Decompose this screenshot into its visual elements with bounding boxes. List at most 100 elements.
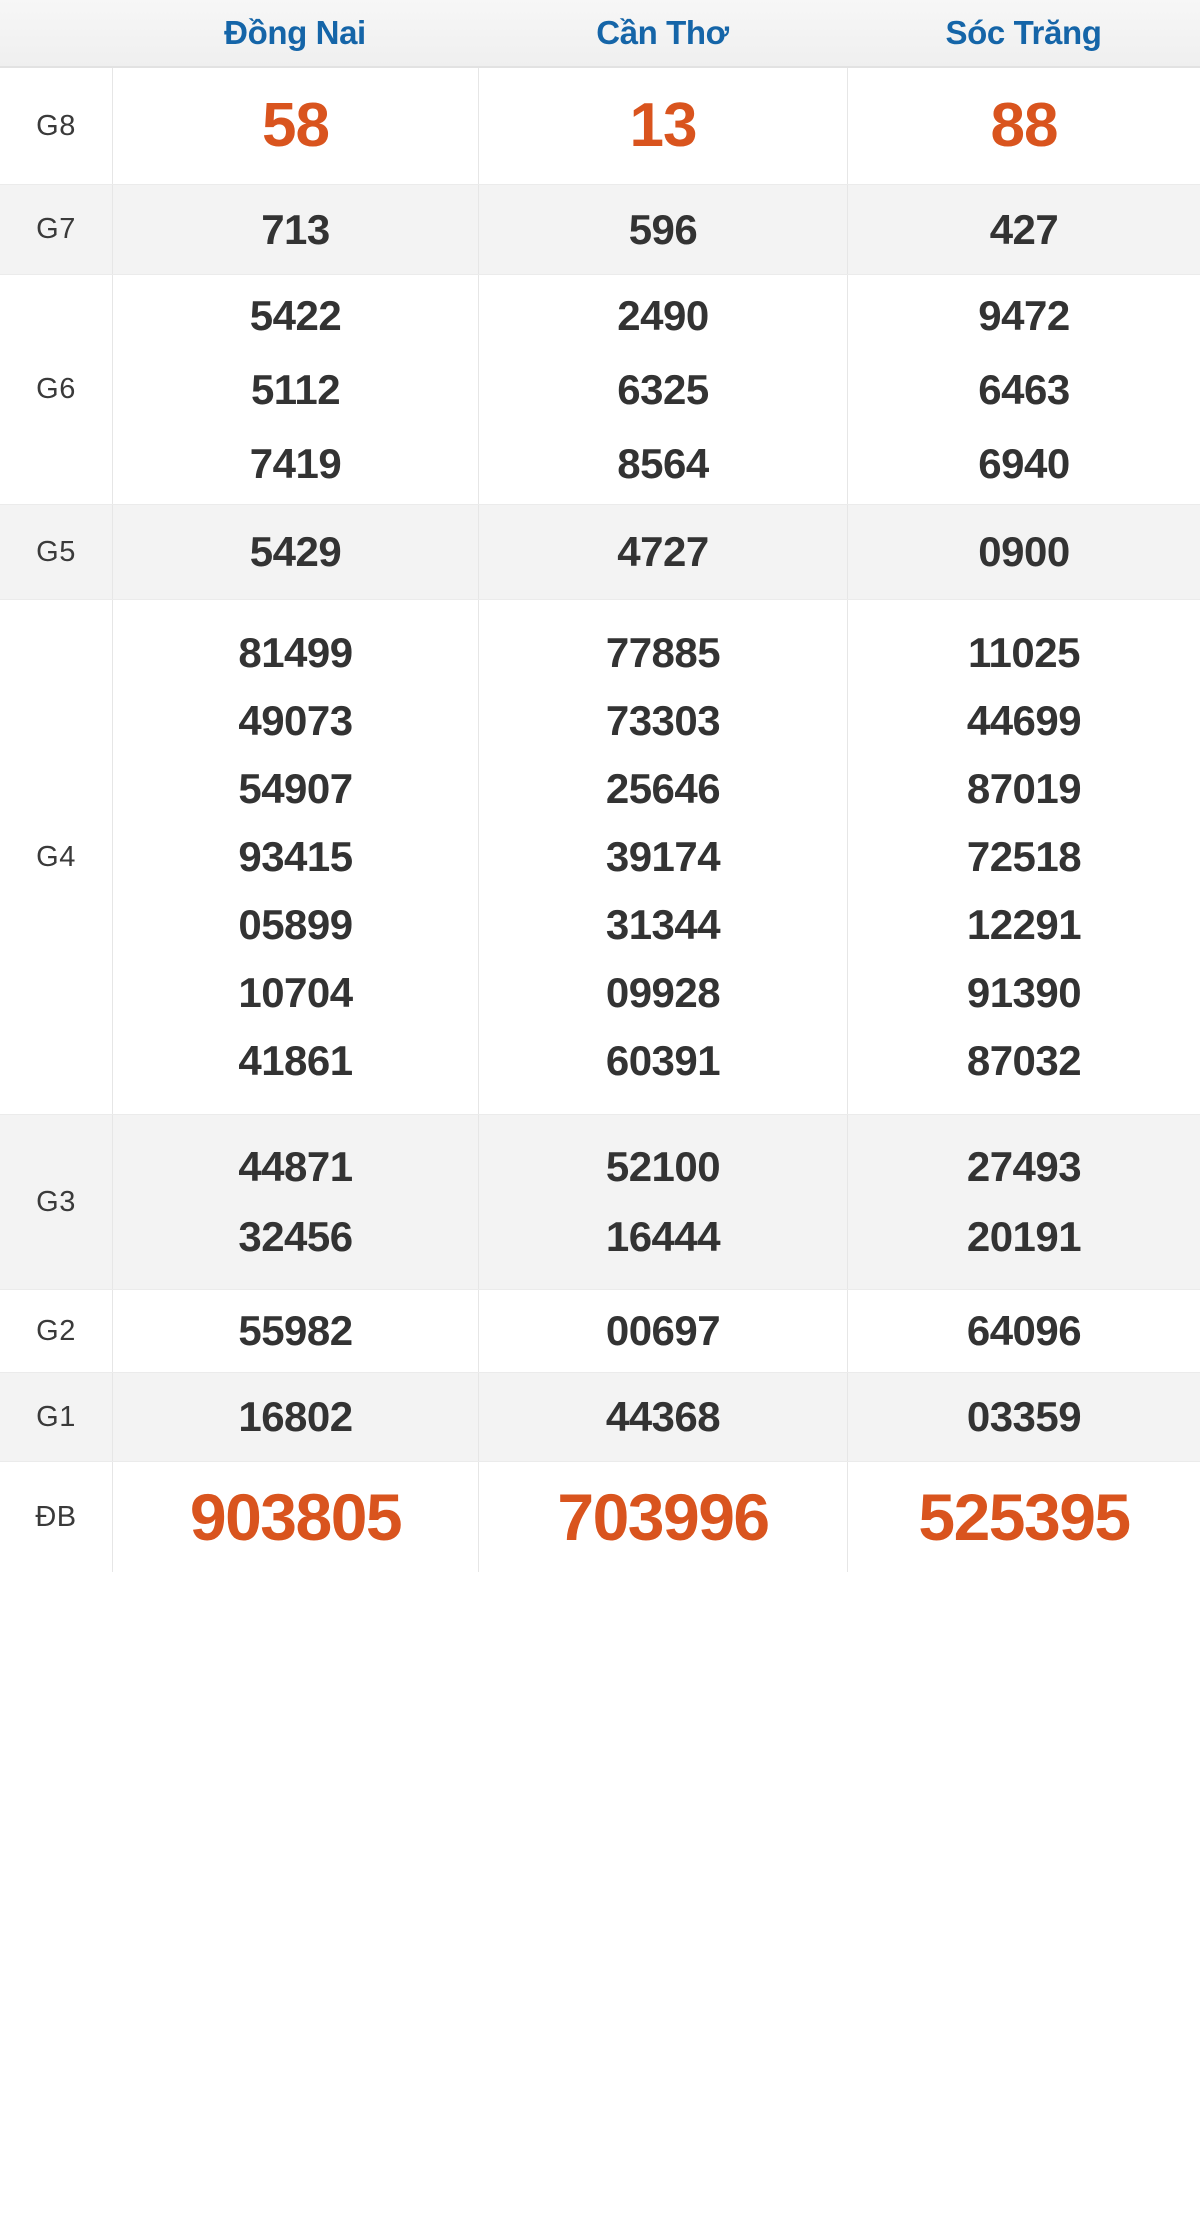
row-label-g5: G5 [36, 535, 76, 568]
prize-cell-g6-can-tho: 2490 6325 8564 [478, 275, 847, 504]
prize-number: 6463 [978, 365, 1070, 413]
prize-number: 00697 [605, 1307, 721, 1354]
row-label-db: ĐB [35, 1500, 77, 1533]
prize-number: 16444 [605, 1213, 721, 1260]
prize-number: 52100 [605, 1143, 721, 1190]
prize-number: 32456 [238, 1213, 353, 1260]
prize-cell-g5-soc-trang: 0900 [847, 505, 1200, 599]
table-row-g5: G5 5429 4727 0900 [0, 505, 1200, 600]
prize-cell-g7-soc-trang: 427 [847, 185, 1200, 274]
row-label-g1: G1 [36, 1400, 76, 1433]
prize-number: 6940 [978, 439, 1070, 487]
prize-cell-g5-can-tho: 4727 [478, 505, 847, 599]
prize-number: 81499 [238, 629, 353, 676]
prize-cell-g2-dong-nai: 55982 [112, 1290, 478, 1372]
table-row-g4: G4 81499 49073 54907 93415 05899 10704 4… [0, 600, 1200, 1115]
prize-cell-g1-dong-nai: 16802 [112, 1373, 478, 1461]
prize-cell-g7-can-tho: 596 [478, 185, 847, 274]
prize-number: 72518 [966, 833, 1082, 880]
table-row-db: ĐB 903805 703996 525395 [0, 1462, 1200, 1572]
prize-cell-db-soc-trang: 525395 [847, 1462, 1200, 1572]
prize-number: 6325 [617, 365, 709, 413]
prize-number: 87032 [966, 1037, 1082, 1084]
prize-number: 5429 [249, 528, 342, 575]
column-header-can-tho[interactable]: Cần Thơ [478, 0, 847, 66]
prize-number: 39174 [605, 833, 721, 880]
prize-number: 87019 [966, 765, 1082, 812]
prize-cell-g2-can-tho: 00697 [478, 1290, 847, 1372]
prize-number: 12291 [966, 901, 1082, 948]
prize-cell-g7-dong-nai: 713 [112, 185, 478, 274]
prize-cell-g6-dong-nai: 5422 5112 7419 [112, 275, 478, 504]
prize-cell-g3-soc-trang: 27493 20191 [847, 1115, 1200, 1289]
table-row-g7: G7 713 596 427 [0, 185, 1200, 275]
table-header-row: Đồng Nai Cần Thơ Sóc Trăng [0, 0, 1200, 68]
prize-cell-g3-dong-nai: 44871 32456 [112, 1115, 478, 1289]
prize-number: 5422 [249, 291, 342, 339]
prize-number: 5112 [250, 365, 341, 413]
column-header-soc-trang[interactable]: Sóc Trăng [847, 0, 1200, 66]
prize-number: 525395 [918, 1480, 1131, 1554]
prize-number: 16802 [238, 1393, 353, 1440]
prize-number: 05899 [238, 901, 353, 948]
row-label-g7: G7 [36, 213, 76, 245]
prize-number: 44699 [966, 697, 1082, 744]
prize-number: 54907 [238, 765, 353, 812]
prize-cell-db-dong-nai: 903805 [112, 1462, 478, 1572]
prize-number: 31344 [605, 901, 721, 948]
column-header-dong-nai[interactable]: Đồng Nai [112, 0, 478, 66]
prize-number: 93415 [238, 833, 353, 880]
prize-number: 13 [629, 91, 698, 160]
row-label-g8: G8 [36, 109, 76, 142]
table-row-g6: G6 5422 5112 7419 2490 6325 8564 9472 64… [0, 275, 1200, 505]
prize-cell-g6-soc-trang: 9472 6463 6940 [847, 275, 1200, 504]
header-corner-cell [0, 0, 112, 66]
prize-cell-g1-soc-trang: 03359 [847, 1373, 1200, 1461]
prize-cell-g2-soc-trang: 64096 [847, 1290, 1200, 1372]
prize-cell-g8-soc-trang: 88 [847, 68, 1200, 184]
prize-number: 91390 [966, 969, 1082, 1016]
prize-number: 4727 [617, 528, 709, 575]
table-row-g1: G1 16802 44368 03359 [0, 1373, 1200, 1462]
prize-number: 44871 [238, 1143, 353, 1190]
prize-number: 2490 [617, 291, 709, 339]
prize-cell-g5-dong-nai: 5429 [112, 505, 478, 599]
row-label-g2: G2 [36, 1314, 76, 1347]
prize-number: 7419 [249, 439, 342, 487]
prize-number: 427 [989, 205, 1059, 253]
prize-cell-g4-can-tho: 77885 73303 25646 39174 31344 09928 6039… [478, 600, 847, 1114]
prize-number: 713 [261, 205, 330, 253]
prize-number: 44368 [605, 1393, 721, 1440]
prize-cell-db-can-tho: 703996 [478, 1462, 847, 1572]
prize-number: 10704 [238, 969, 353, 1016]
prize-number: 09928 [605, 969, 721, 1016]
row-label-g6: G6 [36, 373, 76, 405]
prize-number: 77885 [605, 629, 721, 676]
prize-cell-g4-soc-trang: 11025 44699 87019 72518 12291 91390 8703… [847, 600, 1200, 1114]
table-row-g2: G2 55982 00697 64096 [0, 1290, 1200, 1373]
prize-number: 9472 [978, 291, 1070, 339]
table-row-g8: G8 58 13 88 [0, 68, 1200, 185]
prize-number: 41861 [238, 1037, 353, 1084]
prize-cell-g4-dong-nai: 81499 49073 54907 93415 05899 10704 4186… [112, 600, 478, 1114]
prize-number: 73303 [605, 697, 721, 744]
prize-cell-g1-can-tho: 44368 [478, 1373, 847, 1461]
lottery-results-table: Đồng Nai Cần Thơ Sóc Trăng G8 58 13 88 G… [0, 0, 1200, 2232]
prize-number: 25646 [605, 765, 721, 812]
row-label-g3: G3 [36, 1185, 76, 1218]
prize-number: 88 [990, 91, 1059, 160]
prize-number: 8564 [617, 439, 709, 487]
prize-cell-g8-can-tho: 13 [478, 68, 847, 184]
prize-number: 903805 [189, 1480, 403, 1554]
prize-cell-g3-can-tho: 52100 16444 [478, 1115, 847, 1289]
prize-number: 03359 [966, 1393, 1082, 1440]
prize-cell-g8-dong-nai: 58 [112, 68, 478, 184]
prize-number: 58 [262, 91, 330, 160]
prize-number: 596 [628, 205, 698, 253]
prize-number: 11025 [968, 629, 1080, 676]
prize-number: 55982 [238, 1307, 353, 1354]
prize-number: 64096 [966, 1307, 1082, 1354]
prize-number: 27493 [966, 1143, 1082, 1190]
prize-number: 20191 [966, 1213, 1082, 1260]
prize-number: 49073 [238, 697, 353, 744]
